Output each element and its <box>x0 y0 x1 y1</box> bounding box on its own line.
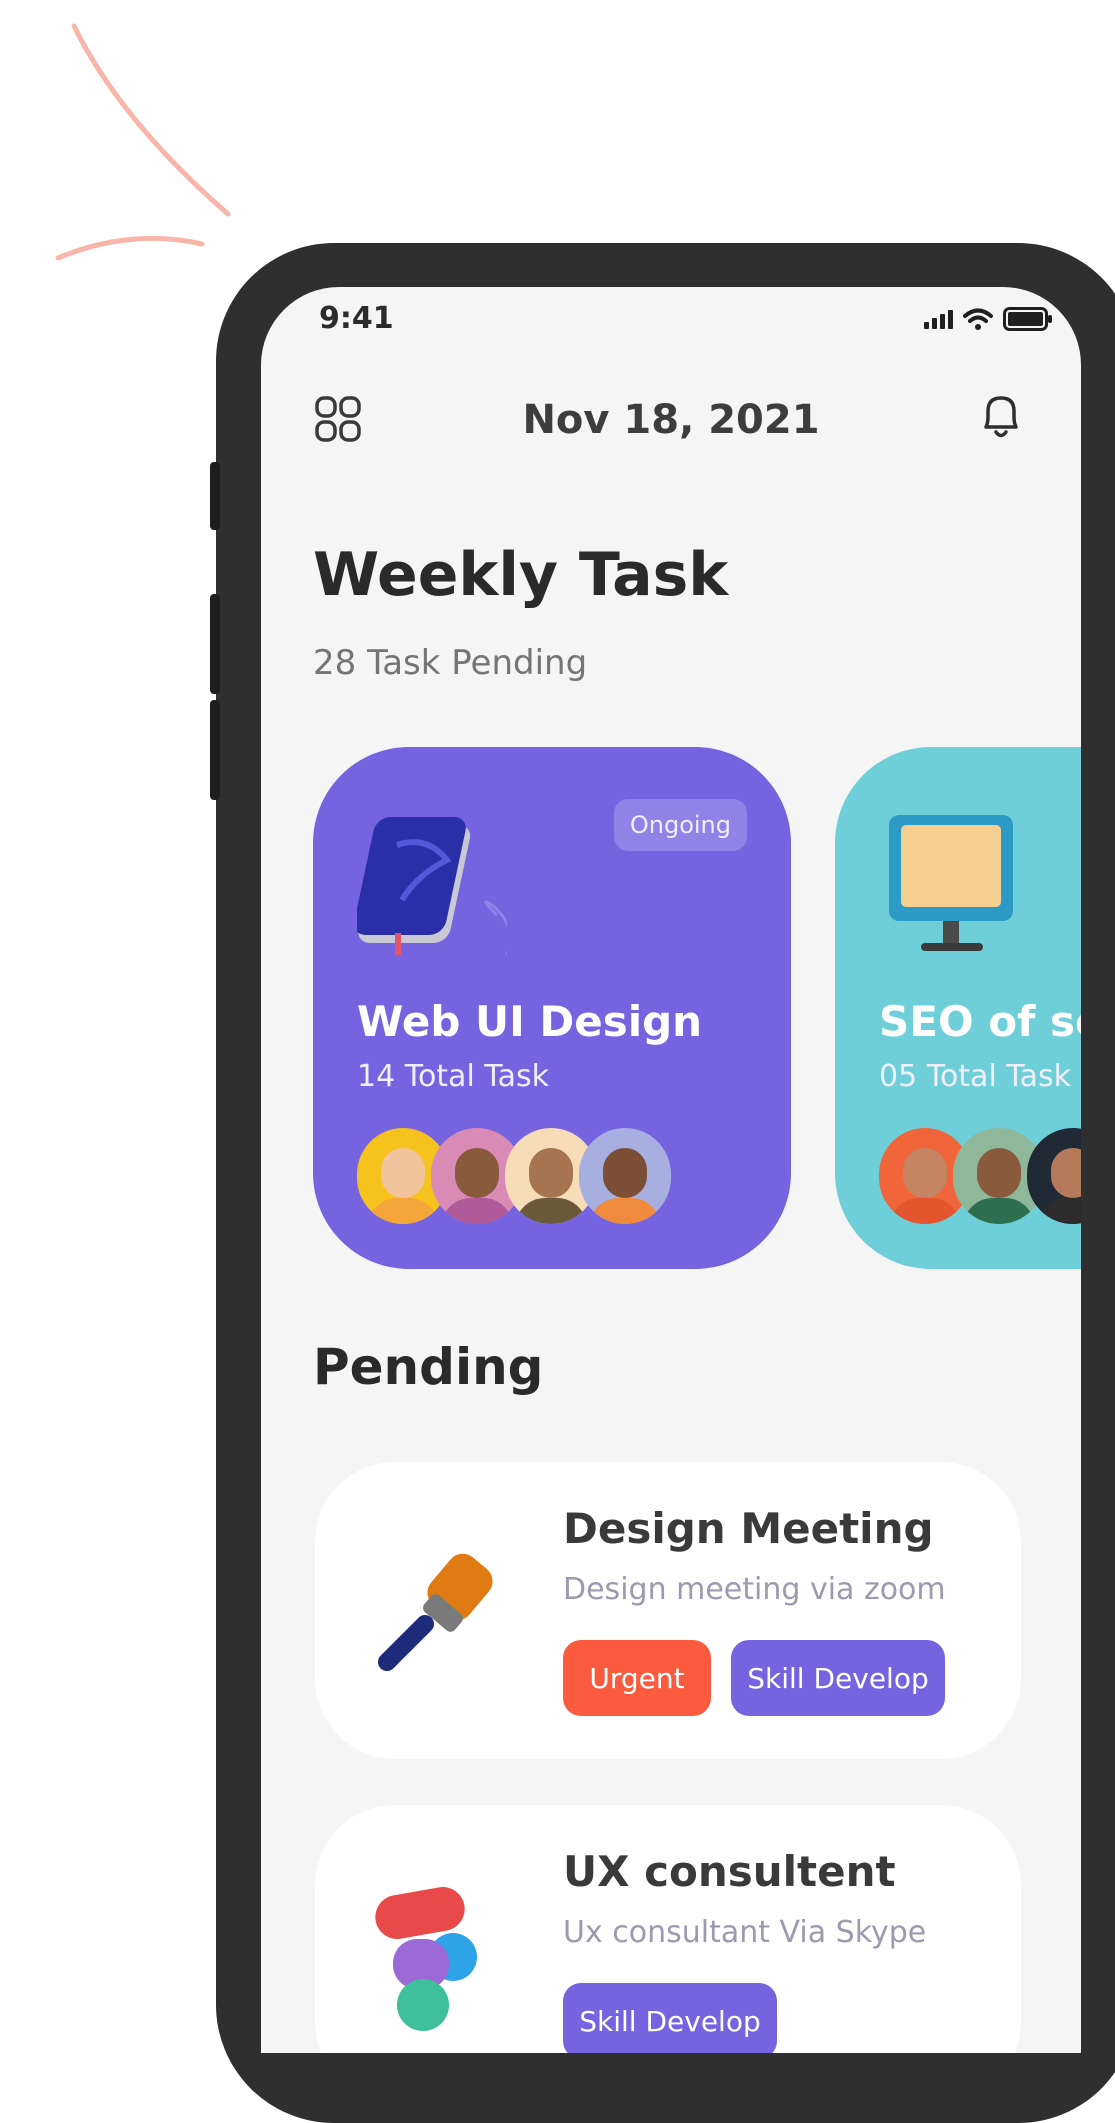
page-subtitle: 28 Task Pending <box>313 643 588 683</box>
task-tags: Skill Develop <box>563 1983 777 2053</box>
task-description: Ux consultant Via Skype <box>563 1915 927 1950</box>
task-description: Design meeting via zoom <box>563 1572 946 1607</box>
app-header: Nov 18, 2021 <box>261 395 1081 459</box>
status-icons <box>924 307 1053 331</box>
decorative-strokes <box>55 23 231 261</box>
phone-side-button <box>210 462 220 530</box>
avatar <box>579 1128 671 1224</box>
project-task-count: 14 Total Task <box>357 1059 550 1094</box>
phone-side-button <box>210 700 220 800</box>
battery-icon <box>1003 307 1052 331</box>
pending-section-title: Pending <box>313 1338 544 1396</box>
wifi-icon <box>963 308 993 330</box>
task-title: Design Meeting <box>563 1504 934 1553</box>
member-avatars <box>879 1128 1081 1224</box>
book-icon <box>357 817 507 955</box>
avatar <box>1027 1128 1081 1224</box>
phone-side-button <box>210 594 220 694</box>
project-title: Web UI Design <box>357 997 703 1046</box>
phone-screen: 9:41 Nov 18, 2021 Weekly Task 28 Task Pe… <box>261 287 1081 2053</box>
signal-icon <box>924 309 953 329</box>
skill-develop-tag[interactable]: Skill Develop <box>731 1640 945 1716</box>
member-avatars <box>357 1128 671 1224</box>
figma-shapes-icon <box>375 1887 477 2031</box>
project-task-count: 05 Total Task <box>879 1059 1072 1094</box>
urgent-tag[interactable]: Urgent <box>563 1640 711 1716</box>
paintbrush-icon <box>378 1553 493 1671</box>
project-title: SEO of ser <box>879 997 1081 1046</box>
bell-icon[interactable] <box>979 391 1023 443</box>
skill-develop-tag[interactable]: Skill Develop <box>563 1983 777 2053</box>
task-tags: Urgent Skill Develop <box>563 1640 945 1716</box>
status-time: 9:41 <box>319 301 394 336</box>
project-card-web-ui[interactable]: Ongoing Web UI Design 14 Total Task <box>313 747 791 1269</box>
status-badge: Ongoing <box>613 799 747 851</box>
task-title: UX consultent <box>563 1847 896 1896</box>
project-card-seo[interactable]: SEO of ser 05 Total Task <box>835 747 1081 1269</box>
header-date: Nov 18, 2021 <box>522 397 820 443</box>
pending-task-card[interactable]: Design Meeting Design meeting via zoom U… <box>315 1462 1021 1759</box>
page-title: Weekly Task <box>313 540 729 610</box>
pending-task-card[interactable]: UX consultent Ux consultant Via Skype Sk… <box>315 1805 1021 2053</box>
monitor-icon <box>889 815 1013 951</box>
